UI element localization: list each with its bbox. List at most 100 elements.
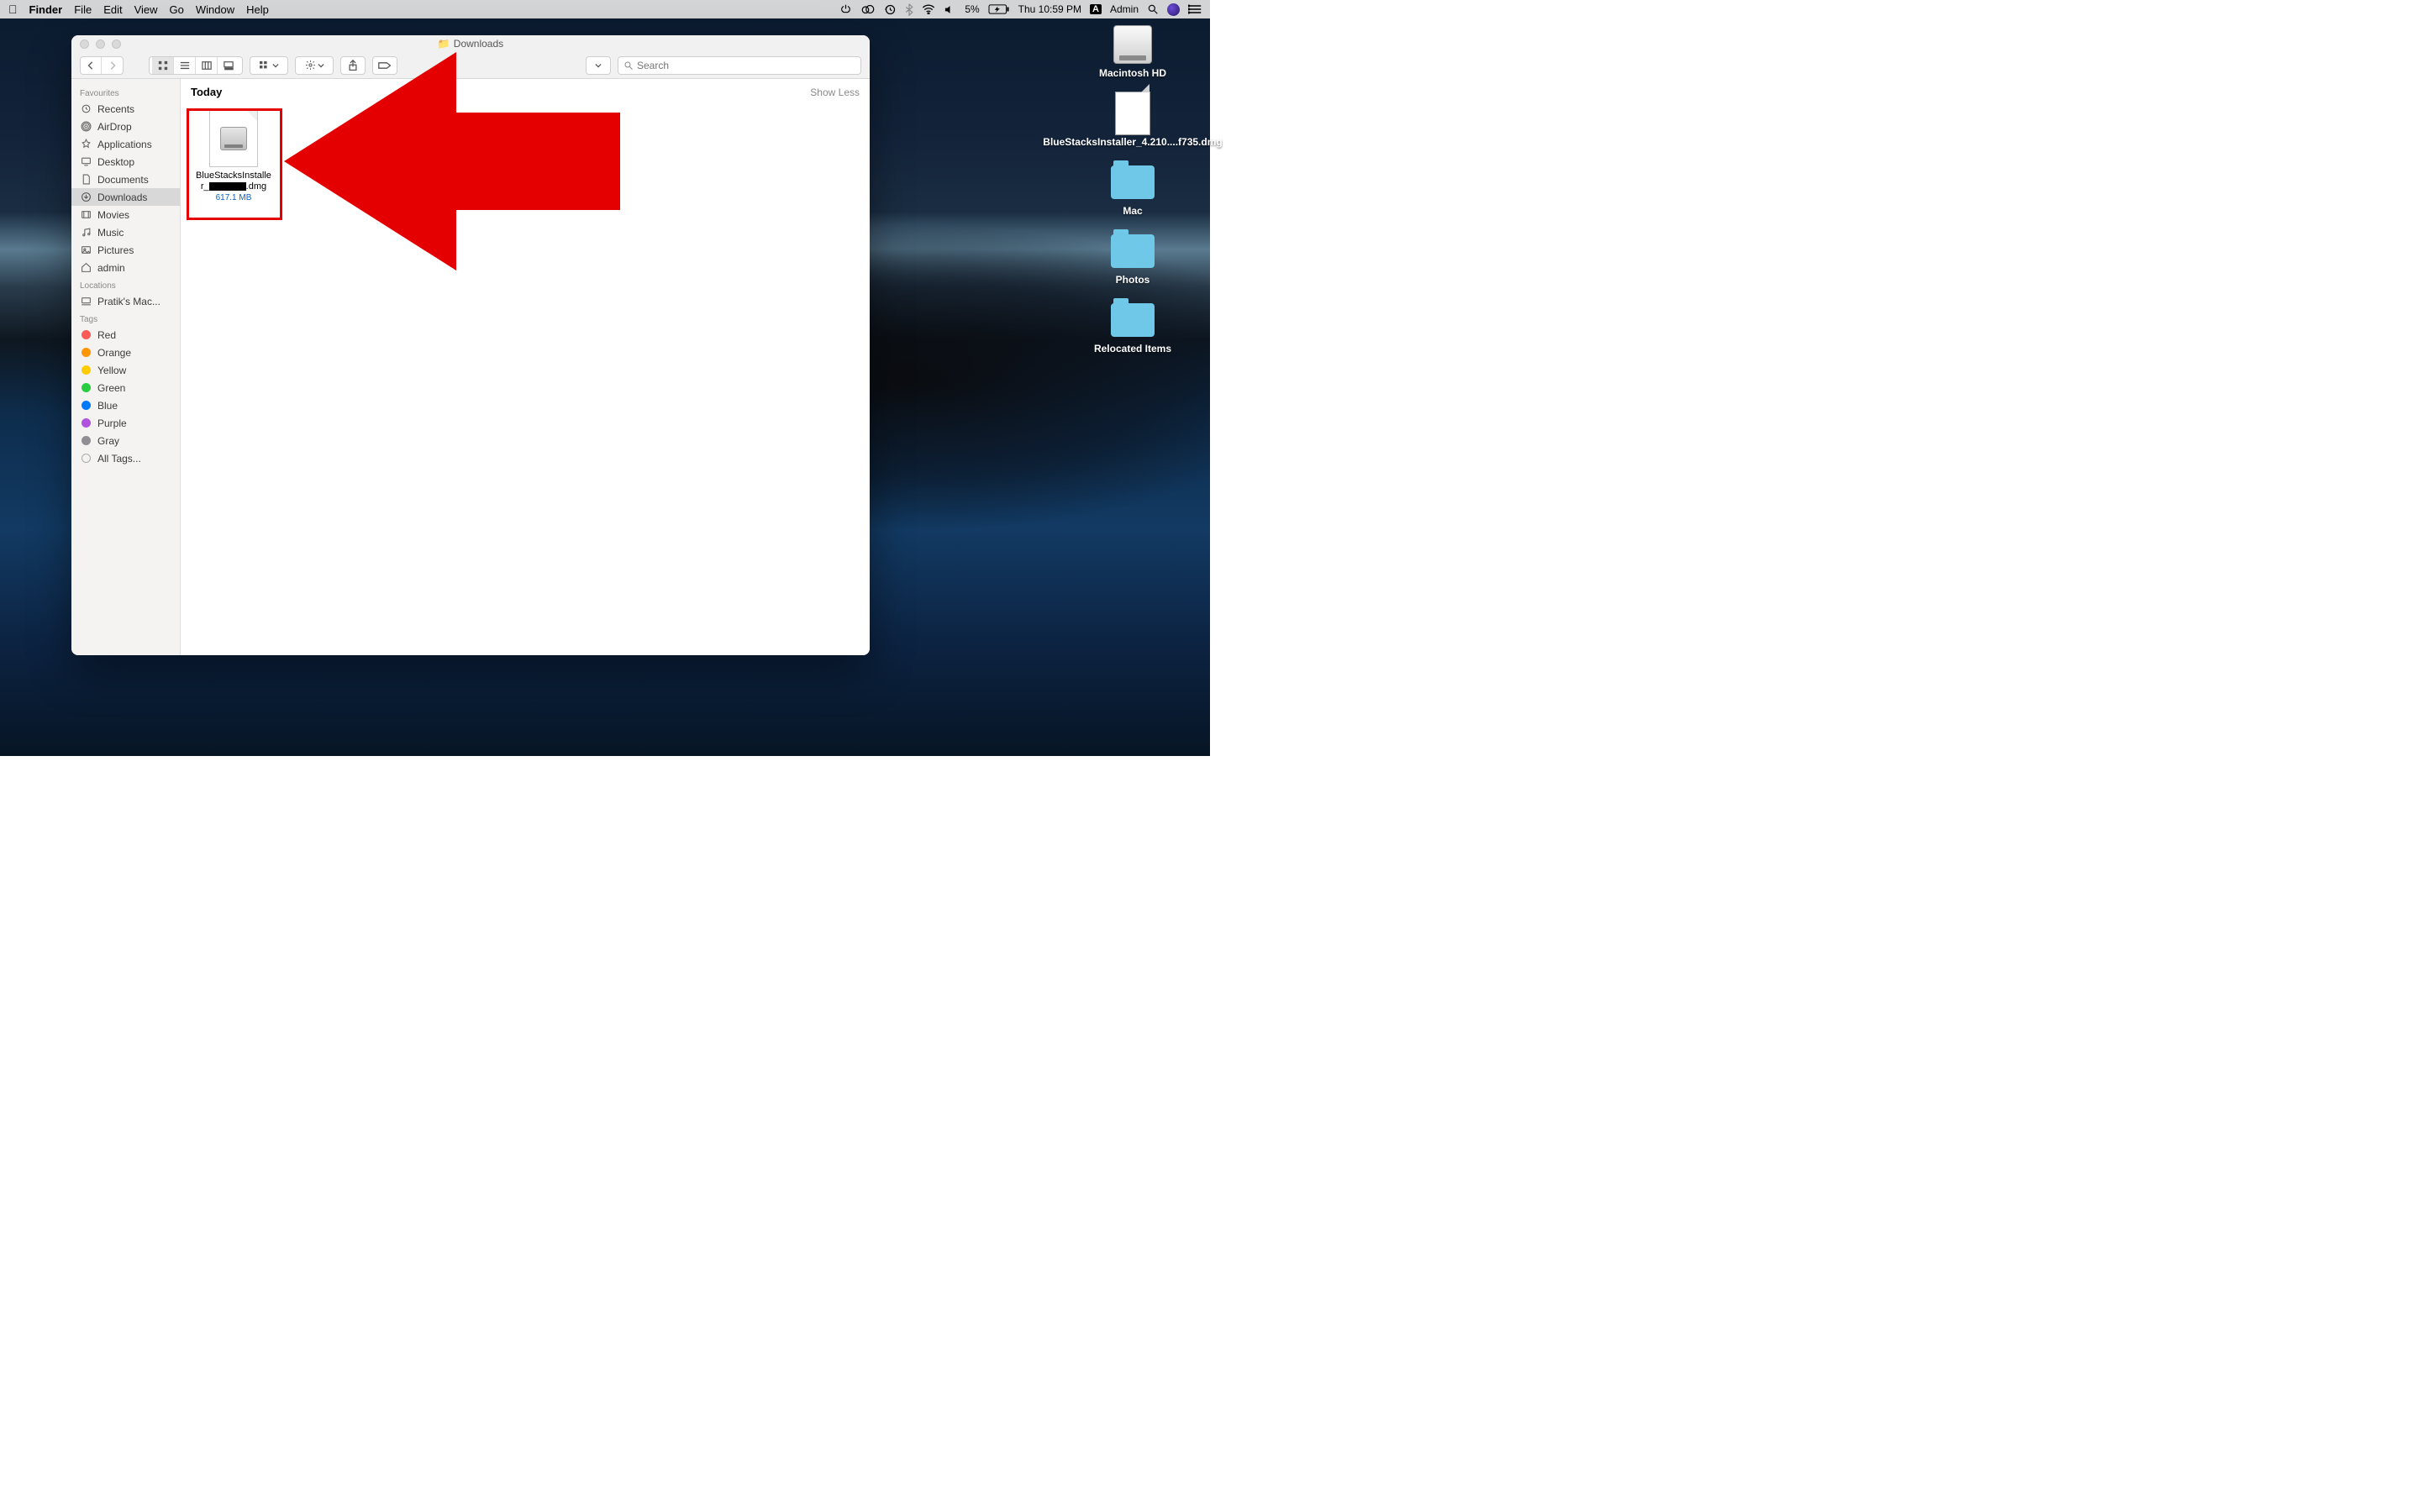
minimize-window-button[interactable] bbox=[96, 39, 105, 49]
menu-file[interactable]: File bbox=[74, 3, 92, 16]
window-controls bbox=[80, 35, 121, 52]
sidebar-item-applications[interactable]: Applications bbox=[71, 135, 180, 153]
sidebar-item-recents[interactable]: Recents bbox=[71, 100, 180, 118]
zoom-window-button[interactable] bbox=[112, 39, 121, 49]
sidebar-section-favourites: Favourites bbox=[71, 84, 180, 100]
sidebar-tag-red[interactable]: Red bbox=[71, 326, 180, 344]
desktop-item-photos[interactable]: Photos bbox=[1065, 232, 1200, 286]
notification-center-icon[interactable] bbox=[1188, 4, 1202, 14]
group-by-button[interactable] bbox=[250, 56, 288, 75]
search-field[interactable] bbox=[618, 56, 861, 75]
sidebar-item-label: Yellow bbox=[97, 365, 126, 376]
sidebar-item-label: Documents bbox=[97, 174, 149, 186]
tag-dot-icon bbox=[80, 417, 92, 429]
back-button[interactable] bbox=[81, 57, 102, 74]
sidebar-tag-green[interactable]: Green bbox=[71, 379, 180, 396]
sidebar-item-label: Downloads bbox=[97, 192, 147, 203]
sidebar-tag-orange[interactable]: Orange bbox=[71, 344, 180, 361]
sidebar-item-admin[interactable]: admin bbox=[71, 259, 180, 276]
annotation-highlight-box bbox=[187, 108, 282, 220]
view-segmented bbox=[149, 56, 243, 75]
sidebar-item-label: Blue bbox=[97, 400, 118, 412]
applications-icon bbox=[80, 138, 92, 150]
sidebar-tag-purple[interactable]: Purple bbox=[71, 414, 180, 432]
app-name[interactable]: Finder bbox=[29, 3, 63, 16]
forward-button[interactable] bbox=[102, 57, 123, 74]
user-name[interactable]: Admin bbox=[1110, 3, 1139, 15]
sidebar-tag-gray[interactable]: Gray bbox=[71, 432, 180, 449]
desktop-item-bluestacks-dmg[interactable]: BlueStacksInstaller_4.210....f735.dmg bbox=[1065, 94, 1200, 148]
desktop-item-relocated[interactable]: Relocated Items bbox=[1065, 301, 1200, 354]
desktop-item-macintosh-hd[interactable]: Macintosh HD bbox=[1065, 25, 1200, 79]
tag-dot-icon bbox=[80, 399, 92, 412]
movies-icon bbox=[80, 208, 92, 221]
search-input[interactable] bbox=[637, 60, 855, 71]
battery-percent: 5% bbox=[965, 3, 979, 15]
tag-dot-icon bbox=[80, 434, 92, 447]
tag-dot-icon bbox=[80, 328, 92, 341]
bluetooth-icon[interactable] bbox=[905, 3, 913, 16]
downloads-icon bbox=[80, 191, 92, 203]
sidebar-item-music[interactable]: Music bbox=[71, 223, 180, 241]
recents-icon bbox=[80, 102, 92, 115]
sidebar-section-tags: Tags bbox=[71, 310, 180, 326]
sidebar-item-documents[interactable]: Documents bbox=[71, 171, 180, 188]
battery-icon[interactable] bbox=[988, 4, 1010, 14]
icon-view-button[interactable] bbox=[152, 57, 174, 74]
list-view-button[interactable] bbox=[174, 57, 196, 74]
nav-segmented bbox=[80, 56, 124, 75]
content-section-title: Today bbox=[191, 86, 222, 98]
folder-icon bbox=[1111, 234, 1155, 268]
sidebar-item-label: admin bbox=[97, 262, 125, 274]
window-title: Downloads bbox=[454, 38, 503, 50]
sidebar-item-all-tags[interactable]: All Tags... bbox=[71, 449, 180, 467]
sidebar-item-label: Pictures bbox=[97, 244, 134, 256]
menu-window[interactable]: Window bbox=[196, 3, 234, 16]
wifi-alt-icon[interactable] bbox=[839, 3, 852, 15]
spotlight-icon[interactable] bbox=[1147, 3, 1159, 15]
sidebar-tag-yellow[interactable]: Yellow bbox=[71, 361, 180, 379]
desktop-item-label: Macintosh HD bbox=[1099, 67, 1166, 79]
creative-cloud-icon[interactable] bbox=[860, 3, 876, 15]
pictures-icon bbox=[80, 244, 92, 256]
close-window-button[interactable] bbox=[80, 39, 89, 49]
sidebar-item-remote-mac[interactable]: Pratik's Mac... bbox=[71, 292, 180, 310]
tag-dot-icon bbox=[80, 381, 92, 394]
folder-icon bbox=[1111, 165, 1155, 199]
admin-badge[interactable]: A bbox=[1090, 4, 1102, 14]
siri-icon[interactable] bbox=[1167, 3, 1180, 16]
sidebar-item-label: Desktop bbox=[97, 156, 134, 168]
dmg-icon bbox=[1115, 92, 1150, 135]
tag-dot-icon bbox=[80, 364, 92, 376]
gallery-view-button[interactable] bbox=[218, 57, 239, 74]
sidebar-item-desktop[interactable]: Desktop bbox=[71, 153, 180, 171]
menu-help[interactable]: Help bbox=[246, 3, 269, 16]
column-view-button[interactable] bbox=[196, 57, 218, 74]
desktop-icon bbox=[80, 155, 92, 168]
home-icon bbox=[80, 261, 92, 274]
sidebar-item-label: Applications bbox=[97, 139, 152, 150]
sidebar-item-downloads[interactable]: Downloads bbox=[71, 188, 180, 206]
sidebar-item-movies[interactable]: Movies bbox=[71, 206, 180, 223]
menubar:  Finder File Edit View Go Window Help 5… bbox=[0, 0, 1210, 18]
sidebar-item-label: Movies bbox=[97, 209, 129, 221]
show-less-button[interactable]: Show Less bbox=[810, 87, 860, 98]
time-machine-icon[interactable] bbox=[884, 3, 897, 16]
sidebar-item-pictures[interactable]: Pictures bbox=[71, 241, 180, 259]
sidebar-item-label: Pratik's Mac... bbox=[97, 296, 160, 307]
sidebar-item-airdrop[interactable]: AirDrop bbox=[71, 118, 180, 135]
volume-icon[interactable] bbox=[944, 4, 956, 15]
desktop-item-label: BlueStacksInstaller_4.210....f735.dmg bbox=[1043, 136, 1222, 148]
apple-menu-icon[interactable]:  bbox=[8, 3, 18, 16]
menu-view[interactable]: View bbox=[134, 3, 158, 16]
menu-edit[interactable]: Edit bbox=[103, 3, 122, 16]
sidebar-item-label: Green bbox=[97, 382, 125, 394]
sidebar-tag-blue[interactable]: Blue bbox=[71, 396, 180, 414]
menu-go[interactable]: Go bbox=[170, 3, 184, 16]
clock[interactable]: Thu 10:59 PM bbox=[1018, 3, 1081, 15]
desktop-item-label: Mac bbox=[1123, 205, 1142, 217]
wifi-icon[interactable] bbox=[922, 4, 935, 14]
desktop-item-mac[interactable]: Mac bbox=[1065, 163, 1200, 217]
sidebar-item-label: Red bbox=[97, 329, 116, 341]
sidebar-item-label: Purple bbox=[97, 417, 127, 429]
